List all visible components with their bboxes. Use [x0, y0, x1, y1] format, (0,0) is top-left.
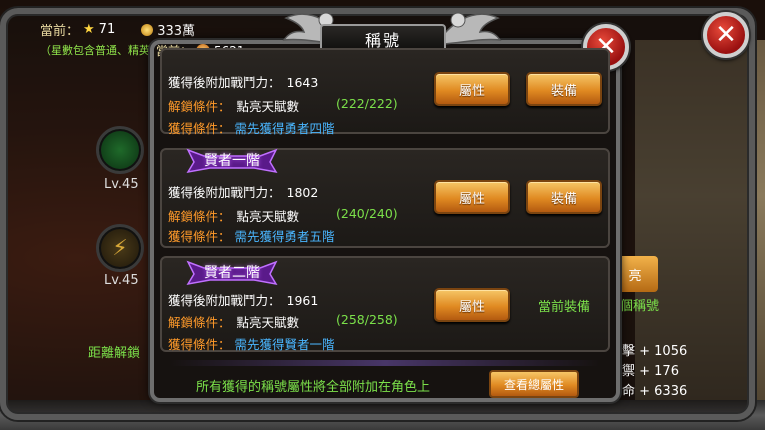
scroll-hint: [170, 360, 600, 366]
unlock-label: 解鎖條件：: [168, 209, 231, 224]
unlock-value: 點亮天賦數: [236, 315, 300, 330]
title-card: 獲得後附加戰鬥力： 1643 解鎖條件： 點亮天賦數 (222/222) 獲得條件：…: [160, 48, 610, 137]
unlock-label: 解鎖條件：: [168, 315, 231, 330]
unlock-row: 解鎖條件： 點亮天賦數 (240/240): [168, 206, 398, 225]
coin-count: 333萬: [157, 24, 196, 39]
power-label: 獲得後附加戰鬥力：: [168, 293, 281, 308]
power-label: 獲得後附加戰鬥力：: [168, 185, 281, 200]
obtain-label: 獲得條件：: [168, 337, 231, 352]
title-banner: 賢者二階: [182, 258, 282, 286]
wing-ornament-icon: [444, 12, 502, 45]
talent-level-2: Lv.45: [104, 273, 139, 288]
attribute-button[interactable]: 屬性: [434, 288, 510, 322]
star-count: 71: [98, 22, 116, 37]
power-row: 獲得後附加戰鬥力： 1961: [168, 290, 318, 309]
back-hint-text: （星數包含普通、精英副: [40, 44, 161, 57]
back-stat-defense: 禦 + 176: [622, 364, 679, 379]
unlock-row: 解鎖條件： 點亮天賦數 (222/222): [168, 96, 398, 115]
lightning-icon: ⚡: [112, 235, 128, 261]
back-close-button[interactable]: ✕: [703, 12, 749, 58]
obtain-row: 獲得條件： 需先獲得勇者四階: [168, 118, 335, 137]
close-icon: ✕: [715, 20, 737, 50]
obtain-value: 需先獲得勇者五階: [234, 229, 335, 244]
back-stat-attack: 擊 + 1056: [622, 344, 688, 359]
back-title-count: 個稱號: [620, 299, 660, 314]
unlock-label: 解鎖條件：: [168, 99, 231, 114]
talent-level-1: Lv.45: [104, 177, 139, 192]
footer-note: 所有獲得的稱號屬性將全部附加在角色上: [196, 380, 431, 395]
coin-icon: [141, 23, 154, 36]
obtain-value: 需先獲得賢者一階: [234, 337, 335, 352]
equip-button[interactable]: 裝備: [526, 72, 602, 106]
talent-orb-lightning[interactable]: ⚡: [96, 224, 144, 272]
talent-orb-green[interactable]: [96, 126, 144, 174]
obtain-label: 獲得條件：: [168, 229, 231, 244]
obtain-label: 獲得條件：: [168, 121, 231, 136]
title-banner: 賢者一階: [182, 146, 282, 174]
unlock-value: 點亮天賦數: [236, 99, 300, 114]
unlock-progress: (258/258): [336, 312, 398, 327]
back-currency-bar: 當前： ★ 71 333萬: [40, 20, 195, 39]
unlock-value: 點亮天賦數: [236, 209, 300, 224]
equipped-status: 當前裝備: [538, 300, 591, 315]
equip-button[interactable]: 裝備: [526, 180, 602, 214]
star-icon: ★: [83, 22, 95, 37]
title-card: 賢者一階 獲得後附加戰鬥力： 1802 解鎖條件： 點亮天賦數 (240/240) …: [160, 148, 610, 248]
power-value: 1643: [286, 75, 319, 90]
view-total-attributes-button[interactable]: 查看總屬性: [489, 370, 579, 398]
obtain-row: 獲得條件： 需先獲得賢者一階: [168, 334, 335, 353]
unlock-progress: (240/240): [336, 206, 398, 221]
power-value: 1802: [286, 185, 319, 200]
title-card: 賢者二階 獲得後附加戰鬥力： 1961 解鎖條件： 點亮天賦數 (258/258) …: [160, 256, 610, 352]
back-stat-hp: 命 + 6336: [622, 384, 688, 399]
unlock-progress: (222/222): [336, 96, 398, 111]
unlock-distance-label: 距離解鎖: [88, 346, 141, 361]
power-row: 獲得後附加戰鬥力： 1643: [168, 72, 318, 91]
power-row: 獲得後附加戰鬥力： 1802: [168, 182, 318, 201]
attribute-button[interactable]: 屬性: [434, 72, 510, 106]
banner-label: 賢者二階: [204, 265, 260, 281]
power-value: 1961: [286, 293, 319, 308]
obtain-value: 需先獲得勇者四階: [234, 121, 335, 136]
power-label: 獲得後附加戰鬥力：: [168, 75, 281, 90]
obtain-row: 獲得條件： 需先獲得勇者五階: [168, 226, 335, 245]
banner-label: 賢者一階: [204, 153, 260, 169]
attribute-button[interactable]: 屬性: [434, 180, 510, 214]
unlock-row: 解鎖條件： 點亮天賦數 (258/258): [168, 312, 398, 331]
currency-label: 當前：: [40, 24, 80, 39]
